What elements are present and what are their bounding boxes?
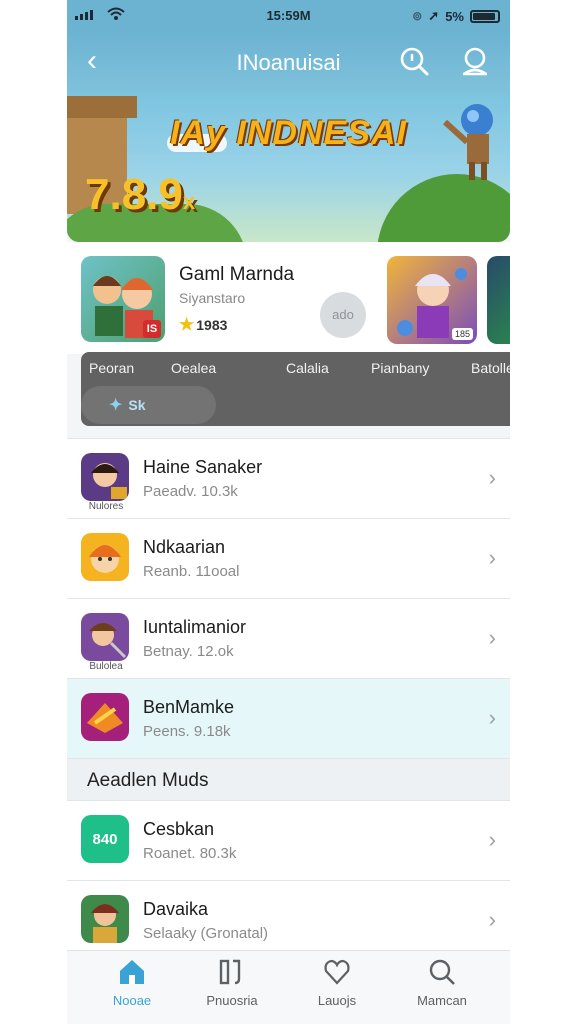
list-item-title: Iuntalimanior xyxy=(143,617,247,637)
featured-game-rating: ★ 1983 xyxy=(179,315,227,335)
game-icon: 840 xyxy=(81,815,129,863)
nav-home[interactable]: Nooae xyxy=(87,957,177,1008)
battery-icon xyxy=(470,9,500,23)
game-icon xyxy=(81,613,129,661)
tab-4[interactable]: Pianbany xyxy=(371,360,429,376)
featured-game-subtitle: Siyanstaro xyxy=(179,290,246,306)
section-title: Aeadlen Muds xyxy=(87,770,209,791)
list-item[interactable]: Nulores Haine Sanaker Paeadv. 10.3k › xyxy=(67,438,510,518)
featured-game-thumbnail[interactable]: IS xyxy=(81,256,165,342)
island-illustration xyxy=(377,174,510,242)
nav-search[interactable]: Mamcan xyxy=(397,957,487,1008)
list-item-subtitle: Peens. 9.18k xyxy=(143,723,231,740)
nav-search-label: Mamcan xyxy=(417,993,467,1008)
chevron-right-icon: › xyxy=(488,545,496,570)
game-icon xyxy=(81,453,129,501)
list-item[interactable]: Bulolea Iuntalimanior Betnay. 12.ok › xyxy=(67,598,510,678)
game-icon xyxy=(81,895,129,943)
list-item-title: Ndkaarian xyxy=(143,537,226,557)
list-item[interactable]: 840 Cesbkan Roanet. 80.3k › xyxy=(67,800,510,880)
game-rating-badge: IS xyxy=(143,320,161,338)
star-icon: ★ xyxy=(179,315,195,334)
game-icon xyxy=(81,533,129,581)
icon-caption: Nulores xyxy=(88,501,124,512)
nav-favorites[interactable]: Lauojs xyxy=(292,957,382,1008)
category-tabs: Peoran Oealea Calalia Pianbany Batolle ✦… xyxy=(81,352,510,426)
profile-icon[interactable] xyxy=(458,44,492,78)
nav-home-label: Nooae xyxy=(112,993,152,1008)
alarm-icon: ⊚ xyxy=(412,9,423,23)
list-item-title: BenMamke xyxy=(143,697,235,717)
pin-icon: ✦ xyxy=(109,397,123,414)
battery-percent: 5% xyxy=(445,8,464,24)
chevron-right-icon: › xyxy=(488,625,496,650)
featured-game-card[interactable]: IS Gaml Marnda Siyanstaro ★ 1983 ado 185 xyxy=(67,242,510,354)
bottom-navigation: Nooae Pnuosria Lauojs Mamcan xyxy=(67,950,510,1024)
list-item[interactable]: Ndkaarian Reanb. 11ooal › xyxy=(67,518,510,598)
chevron-right-icon: › xyxy=(488,705,496,730)
tab-2[interactable]: Oealea xyxy=(171,360,216,376)
phone-screen: 15:59M ⊚ ➚ 5% ‹ INoanuisai IAy INDNESAI … xyxy=(67,0,510,1024)
chevron-right-icon: › xyxy=(488,907,496,932)
library-icon xyxy=(219,959,241,985)
tab-1[interactable]: Peoran xyxy=(89,360,134,376)
game-icon xyxy=(81,693,129,741)
list-item-subtitle: Betnay. 12.ok xyxy=(143,643,234,660)
page-title: INoanuisai xyxy=(236,50,341,75)
list-item-title: Cesbkan xyxy=(143,819,215,839)
list-item-subtitle: Roanet. 80.3k xyxy=(143,845,237,862)
game-thumbnail-3[interactable] xyxy=(487,256,510,344)
list-item-title: Haine Sanaker xyxy=(143,457,263,477)
chevron-right-icon: › xyxy=(488,465,496,490)
status-bar: 15:59M ⊚ ➚ 5% xyxy=(67,0,510,32)
list-item-selected[interactable]: BenMamke Peens. 9.18k › xyxy=(67,678,510,758)
home-icon xyxy=(120,960,144,984)
list-item-subtitle: Paeadv. 10.3k xyxy=(143,483,238,500)
favorites-icon xyxy=(324,959,350,985)
icon-caption: Bulolea xyxy=(89,661,123,672)
search-icon xyxy=(429,959,455,985)
section-header: Aeadlen Muds xyxy=(67,758,510,800)
featured-game-name: Gaml Marnda xyxy=(179,264,295,285)
game-tag: 185 xyxy=(451,328,473,340)
filter-pill[interactable]: ✦ Sk xyxy=(81,386,216,424)
tab-3[interactable]: Calalia xyxy=(286,360,329,376)
banner-title: IAy INDNESAI xyxy=(170,114,407,152)
game-list: Nulores Haine Sanaker Paeadv. 10.3k › Nd… xyxy=(67,438,510,960)
promo-banner[interactable]: IAy INDNESAI 7.8.9x xyxy=(67,94,510,242)
nav-library-label: Pnuosria xyxy=(206,993,258,1008)
nav-library[interactable]: Pnuosria xyxy=(187,957,277,1008)
location-icon: ➚ xyxy=(428,8,440,23)
list-item[interactable]: Davaika Selaaky (Gronatal) › xyxy=(67,880,510,960)
tab-5[interactable]: Batolle xyxy=(471,360,510,376)
banner-score: 7.8.9x xyxy=(85,170,196,219)
game-icon-label: 840 xyxy=(92,830,118,848)
list-item-title: Davaika xyxy=(143,899,209,919)
app-header: ‹ INoanuisai xyxy=(67,32,510,94)
list-item-subtitle: Reanb. 11ooal xyxy=(143,563,240,580)
search-icon[interactable] xyxy=(397,44,431,78)
rating-value: 1983 xyxy=(196,317,228,333)
chevron-right-icon: › xyxy=(488,827,496,852)
game-thumbnail-2[interactable]: 185 xyxy=(387,256,477,344)
filter-pill-label: Sk xyxy=(128,397,146,413)
nav-favorites-label: Lauojs xyxy=(317,993,357,1008)
list-item-subtitle: Selaaky (Gronatal) xyxy=(143,925,269,942)
loading-placeholder: ado xyxy=(320,292,366,338)
